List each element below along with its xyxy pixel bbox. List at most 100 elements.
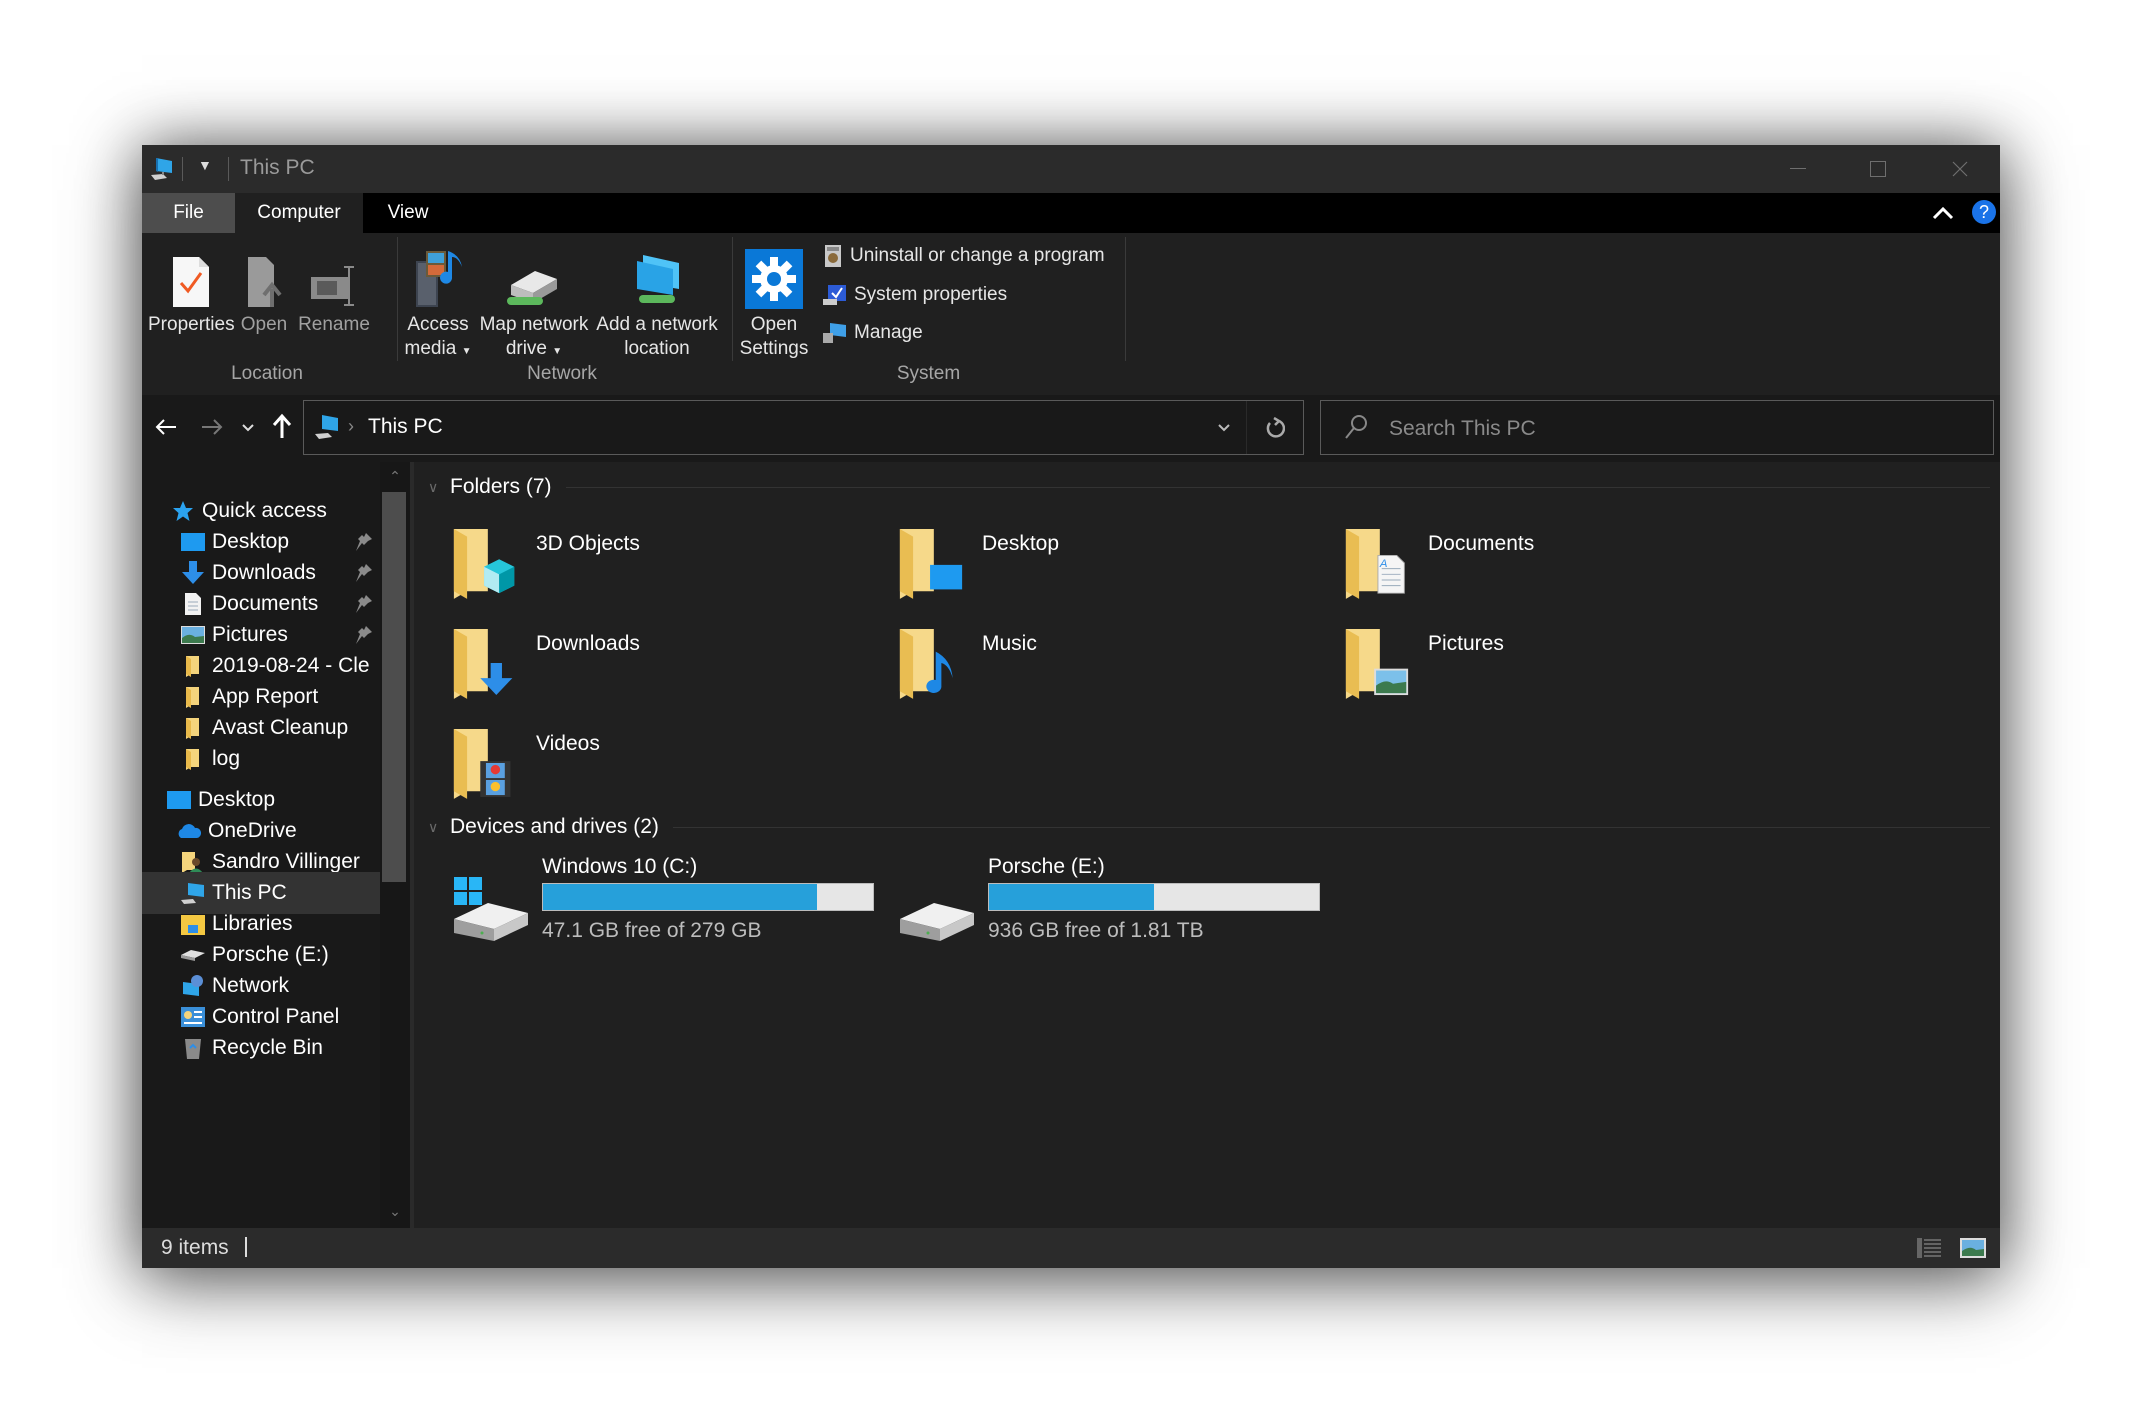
- folder-desktop-icon: [899, 529, 963, 599]
- uninstall-label: Uninstall or change a program: [850, 245, 1105, 266]
- folder-tile[interactable]: Videos: [452, 724, 872, 814]
- drive-icon: [900, 903, 974, 941]
- address-history-dropdown[interactable]: [1217, 423, 1231, 433]
- ribbon-tab-bar: File Computer View ?: [142, 193, 2000, 233]
- section-divider: [565, 486, 1990, 488]
- ribbon-group-separator: [397, 237, 398, 361]
- pin-icon[interactable]: [354, 624, 374, 646]
- manage-button[interactable]: Manage: [822, 321, 923, 345]
- nav-item-label: Quick access: [202, 499, 327, 522]
- nav-item-label: Desktop: [212, 530, 290, 553]
- close-icon: [1952, 161, 1968, 177]
- content-pane: ∨ Folders (7) 3D Objects Desktop A Document…: [414, 462, 2000, 1268]
- folder-name: Music: [982, 632, 1037, 655]
- folder-music-icon: [899, 629, 953, 699]
- title-separator: [228, 157, 231, 181]
- properties-label: Properties: [148, 314, 235, 335]
- map-network-drive-button[interactable]: Map network drive ▼: [476, 239, 592, 364]
- refresh-icon: [1266, 416, 1285, 438]
- nav-item-recycle-bin[interactable]: Recycle Bin: [142, 1027, 410, 1069]
- folder-name: Downloads: [536, 632, 640, 655]
- breadcrumb-this-pc[interactable]: This PC: [368, 415, 443, 439]
- open-button[interactable]: Open: [236, 239, 292, 337]
- access-media-label: Access media ▼: [404, 314, 472, 359]
- address-bar[interactable]: › This PC: [303, 400, 1304, 455]
- search-box[interactable]: [1320, 400, 1994, 456]
- system-properties-button[interactable]: System properties: [822, 283, 1007, 307]
- open-settings-label: Open Settings: [739, 314, 809, 359]
- system-properties-icon: [823, 285, 846, 305]
- folder-picture-icon: [1345, 629, 1409, 699]
- up-button[interactable]: [272, 413, 292, 439]
- rename-button[interactable]: Rename: [294, 239, 374, 337]
- maximize-button[interactable]: [1838, 145, 1918, 193]
- quick-access-toolbar-dropdown[interactable]: ▼: [198, 157, 212, 173]
- add-network-location-button[interactable]: Add a network location: [594, 239, 720, 361]
- pin-icon[interactable]: [354, 593, 374, 615]
- folders-section-label: Folders (7): [450, 475, 552, 498]
- folder-name: Pictures: [1428, 632, 1504, 655]
- large-icons-view-icon[interactable]: [1960, 1237, 1986, 1259]
- nav-item-folder[interactable]: log: [142, 738, 410, 780]
- tab-computer[interactable]: Computer: [235, 193, 363, 233]
- add-network-location-icon: [637, 255, 679, 303]
- folder-tile[interactable]: A Documents: [1344, 524, 1764, 614]
- nav-item-label: Network: [212, 974, 290, 997]
- back-button[interactable]: [154, 417, 178, 437]
- close-button[interactable]: [1920, 145, 2000, 193]
- add-network-location-label: Add a network location: [596, 314, 718, 359]
- nav-item-label: 2019-08-24 - Cle: [212, 654, 370, 677]
- address-row: › This PC: [142, 395, 2000, 462]
- folder-name: Videos: [536, 732, 600, 755]
- system-properties-label: System properties: [854, 284, 1008, 305]
- drive-tile-c[interactable]: Windows 10 (C:) 47.1 GB free of 279 GB: [452, 855, 874, 955]
- folder-film-icon: [453, 729, 511, 799]
- nav-item-label: Desktop: [198, 788, 276, 811]
- access-media-button[interactable]: Access media ▼: [402, 239, 474, 364]
- drive-tile-e[interactable]: Porsche (E:) 936 GB free of 1.81 TB: [898, 855, 1320, 955]
- folders-section-header[interactable]: ∨ Folders (7): [414, 472, 2000, 502]
- properties-button[interactable]: Properties: [148, 239, 235, 337]
- pin-icon[interactable]: [354, 531, 374, 553]
- nav-item-label: Porsche (E:): [212, 943, 329, 966]
- system-drive-icon: [454, 877, 528, 941]
- tab-view[interactable]: View: [363, 193, 453, 233]
- tab-file-label: File: [173, 202, 204, 223]
- tab-file[interactable]: File: [142, 193, 235, 233]
- search-icon: [1345, 415, 1367, 439]
- title-separator: [182, 157, 185, 181]
- scrollbar-thumb[interactable]: [382, 492, 406, 882]
- search-input[interactable]: [1387, 401, 1971, 456]
- recent-locations-dropdown[interactable]: [241, 423, 255, 433]
- open-icon: [248, 257, 282, 307]
- nav-item-label: This PC: [212, 881, 287, 904]
- forward-button[interactable]: [200, 417, 224, 437]
- file-explorer-window: ▼ This PC File Computer View ? Propertie…: [142, 145, 2000, 1268]
- drive-usage-bar: [542, 883, 874, 911]
- nav-item-label: Recycle Bin: [212, 1036, 323, 1059]
- chevron-up-icon[interactable]: [1932, 205, 1954, 221]
- uninstall-icon: [825, 245, 841, 267]
- open-settings-button[interactable]: Open Settings: [736, 239, 812, 361]
- folder-name: 3D Objects: [536, 532, 640, 555]
- nav-item-label: App Report: [212, 685, 319, 708]
- uninstall-program-button[interactable]: Uninstall or change a program: [822, 243, 1105, 269]
- navigation-pane-scrollbar[interactable]: ⌃ ⌄: [380, 462, 410, 1268]
- this-pc-icon: [151, 158, 172, 180]
- folder-tile[interactable]: Desktop: [898, 524, 1318, 614]
- drives-section-header[interactable]: ∨ Devices and drives (2): [414, 812, 2000, 842]
- help-button[interactable]: ?: [1972, 200, 1996, 224]
- folder-tile[interactable]: Music: [898, 624, 1318, 714]
- ribbon-group-separator: [732, 237, 733, 361]
- drive-usage-bar: [988, 883, 1320, 911]
- scroll-up-icon[interactable]: ⌃: [380, 462, 410, 490]
- pin-icon[interactable]: [354, 562, 374, 584]
- refresh-button[interactable]: [1246, 401, 1303, 454]
- folder-tile[interactable]: 3D Objects: [452, 524, 872, 614]
- minimize-button[interactable]: [1758, 145, 1838, 193]
- folder-tile[interactable]: Pictures: [1344, 624, 1764, 714]
- details-view-icon[interactable]: [1916, 1237, 1942, 1259]
- scroll-down-icon[interactable]: ⌄: [380, 1197, 410, 1225]
- folder-tile[interactable]: Downloads: [452, 624, 872, 714]
- nav-item-label: OneDrive: [208, 819, 297, 842]
